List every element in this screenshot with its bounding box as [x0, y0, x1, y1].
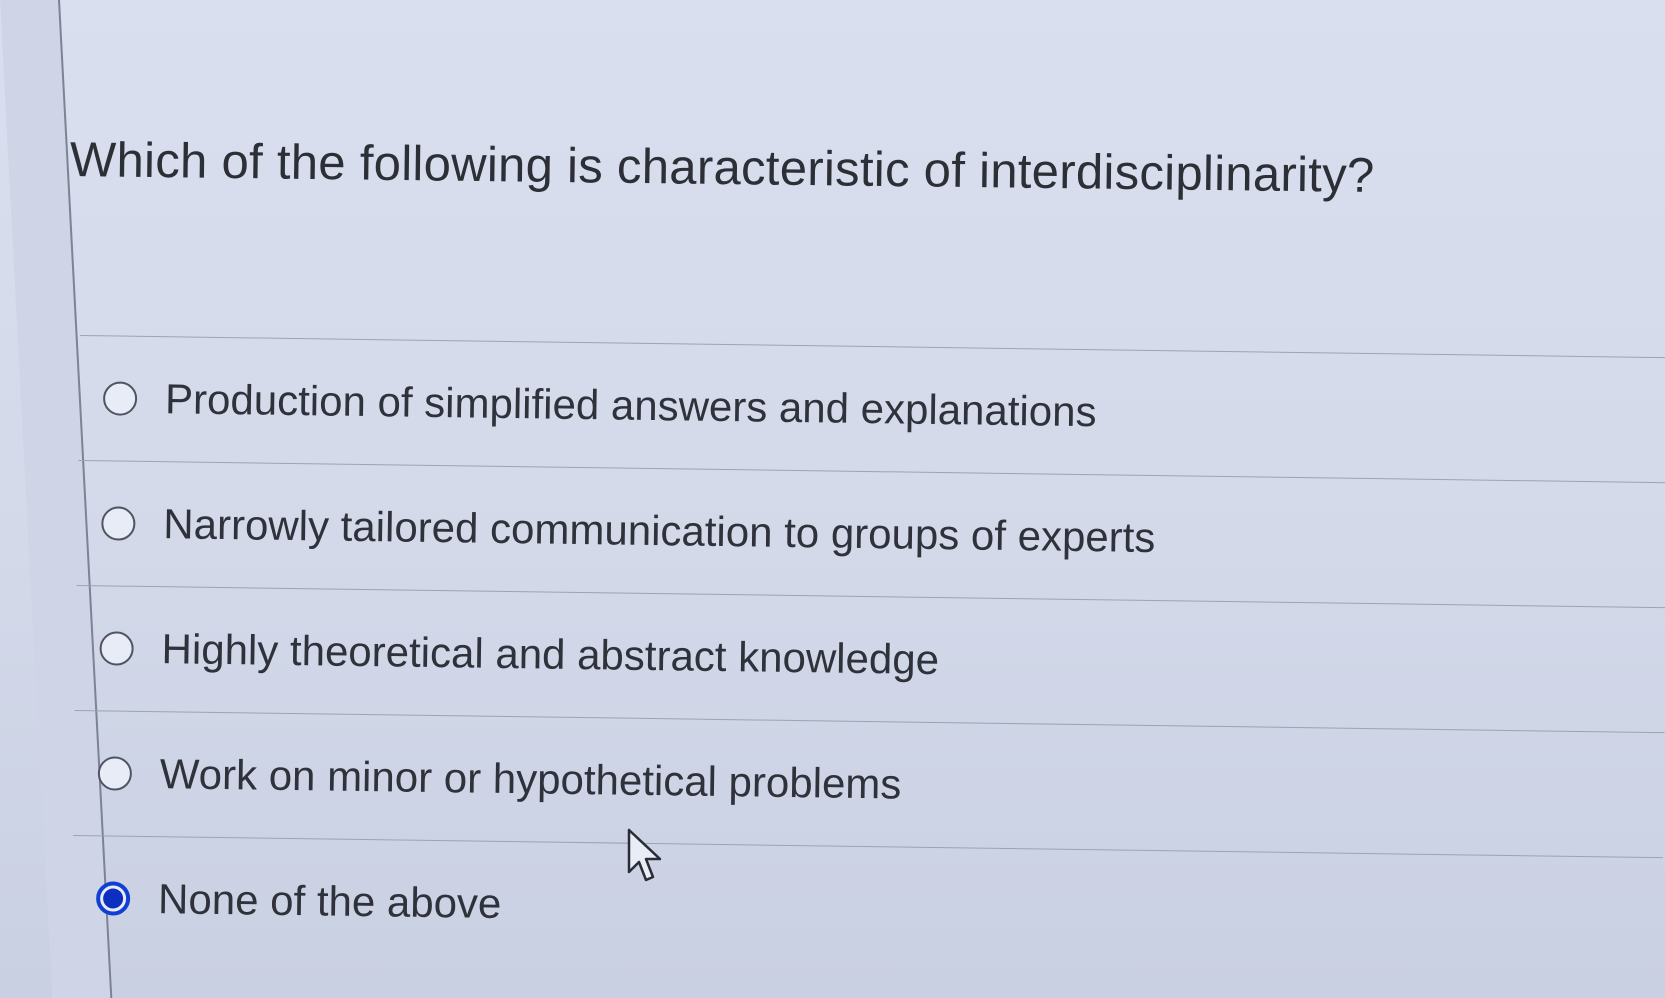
option-2[interactable]: Narrowly tailored communication to group… — [77, 461, 1664, 607]
option-label[interactable]: Production of simplified answers and exp… — [165, 375, 1097, 436]
option-4[interactable]: Work on minor or hypothetical problems — [73, 711, 1660, 857]
option-label[interactable]: Highly theoretical and abstract knowledg… — [161, 625, 939, 684]
quiz-screen: Which of the following is characteristic… — [0, 0, 1665, 998]
option-3[interactable]: Highly theoretical and abstract knowledg… — [75, 586, 1662, 732]
option-5[interactable]: None of the above — [71, 836, 1658, 982]
option-label[interactable]: Work on minor or hypothetical problems — [160, 750, 902, 808]
mouse-pointer-icon — [627, 828, 662, 882]
radio-dot — [102, 888, 124, 909]
option-1[interactable]: Production of simplified answers and exp… — [78, 336, 1665, 482]
question-text: Which of the following is characteristic… — [69, 133, 1375, 203]
radio-button-icon[interactable] — [101, 506, 136, 541]
answer-options: Production of simplified answers and exp… — [71, 335, 1665, 982]
radio-button-icon[interactable] — [97, 756, 133, 791]
radio-button-icon[interactable] — [102, 381, 138, 416]
radio-button-selected-icon[interactable] — [95, 881, 131, 916]
option-label[interactable]: Narrowly tailored communication to group… — [163, 500, 1156, 562]
option-label[interactable]: None of the above — [158, 875, 502, 928]
radio-button-icon[interactable] — [99, 631, 134, 666]
